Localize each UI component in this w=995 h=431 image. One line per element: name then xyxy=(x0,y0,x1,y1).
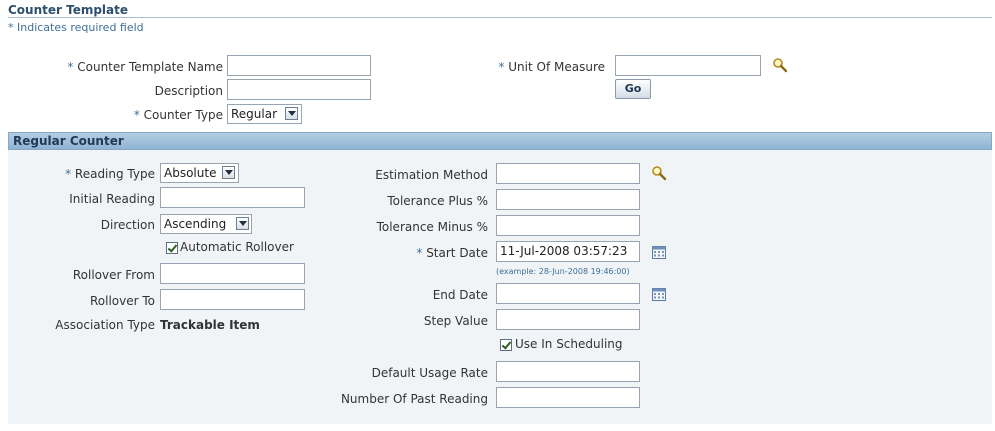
automatic-rollover-label: Automatic Rollover xyxy=(180,240,294,254)
unit-of-measure-label: * Unit Of Measure xyxy=(498,60,605,74)
go-button[interactable]: Go xyxy=(615,79,651,99)
reading-type-select[interactable]: Absolute xyxy=(160,163,239,183)
calendar-icon[interactable] xyxy=(651,286,667,302)
initial-reading-label: Initial Reading xyxy=(69,192,155,206)
rollover-to-input[interactable] xyxy=(160,289,305,310)
title-divider xyxy=(8,17,992,18)
start-date-example-hint: (example: 28-Jun-2008 19:46:00) xyxy=(496,267,630,276)
end-date-input[interactable] xyxy=(496,283,640,304)
initial-reading-input[interactable] xyxy=(160,187,305,208)
tolerance-plus-input[interactable] xyxy=(496,189,640,210)
reading-type-label: * Reading Type xyxy=(65,167,155,181)
start-date-input[interactable]: 11-Jul-2008 03:57:23 xyxy=(496,241,640,262)
default-usage-rate-input[interactable] xyxy=(496,361,640,382)
search-icon[interactable] xyxy=(651,165,667,181)
rollover-to-label: Rollover To xyxy=(89,294,155,308)
required-marker: * xyxy=(65,167,72,181)
counter-type-value: Regular xyxy=(231,107,278,121)
search-icon[interactable] xyxy=(772,57,788,73)
tolerance-minus-input[interactable] xyxy=(496,215,640,236)
description-label: Description xyxy=(154,84,223,98)
default-usage-rate-label: Default Usage Rate xyxy=(371,366,488,380)
end-date-label: End Date xyxy=(432,288,488,302)
required-marker: * xyxy=(133,108,140,122)
counter-type-label: * Counter Type xyxy=(133,108,223,122)
automatic-rollover-checkbox[interactable] xyxy=(166,242,178,254)
start-date-label: * Start Date xyxy=(416,246,488,260)
section-header-band xyxy=(8,132,992,150)
chevron-down-icon xyxy=(222,166,235,179)
rollover-from-label: Rollover From xyxy=(72,268,155,282)
direction-select[interactable]: Ascending xyxy=(160,214,252,234)
chevron-down-icon xyxy=(236,217,249,230)
rollover-from-input[interactable] xyxy=(160,263,305,284)
estimation-method-input[interactable] xyxy=(496,163,640,184)
number-of-past-reading-label: Number Of Past Reading xyxy=(340,392,488,406)
number-of-past-reading-input[interactable] xyxy=(496,387,640,408)
step-value-input[interactable] xyxy=(496,309,640,330)
estimation-method-label: Estimation Method xyxy=(375,168,488,182)
counter-template-name-input[interactable] xyxy=(227,55,371,76)
required-field-note: * Indicates required field xyxy=(8,21,144,34)
unit-of-measure-input[interactable] xyxy=(615,55,761,76)
description-input[interactable] xyxy=(227,79,371,100)
required-marker: * xyxy=(498,60,505,74)
chevron-down-icon xyxy=(285,107,298,120)
required-marker: * xyxy=(67,60,74,74)
section-title-regular-counter: Regular Counter xyxy=(13,134,124,148)
page-title: Counter Template xyxy=(8,3,129,17)
step-value-label: Step Value xyxy=(423,314,488,328)
calendar-icon[interactable] xyxy=(651,244,667,260)
association-type-label: Association Type xyxy=(55,318,155,332)
counter-template-name-label: * Counter Template Name xyxy=(67,60,223,74)
reading-type-value: Absolute xyxy=(164,166,217,180)
direction-value: Ascending xyxy=(164,217,227,231)
use-in-scheduling-checkbox[interactable] xyxy=(500,339,512,351)
required-marker: * xyxy=(416,246,423,260)
use-in-scheduling-label: Use In Scheduling xyxy=(515,337,623,351)
tolerance-plus-label: Tolerance Plus % xyxy=(387,194,488,208)
association-type-value: Trackable Item xyxy=(160,318,260,332)
tolerance-minus-label: Tolerance Minus % xyxy=(376,220,488,234)
direction-label: Direction xyxy=(100,218,155,232)
counter-type-select[interactable]: Regular xyxy=(227,104,302,124)
